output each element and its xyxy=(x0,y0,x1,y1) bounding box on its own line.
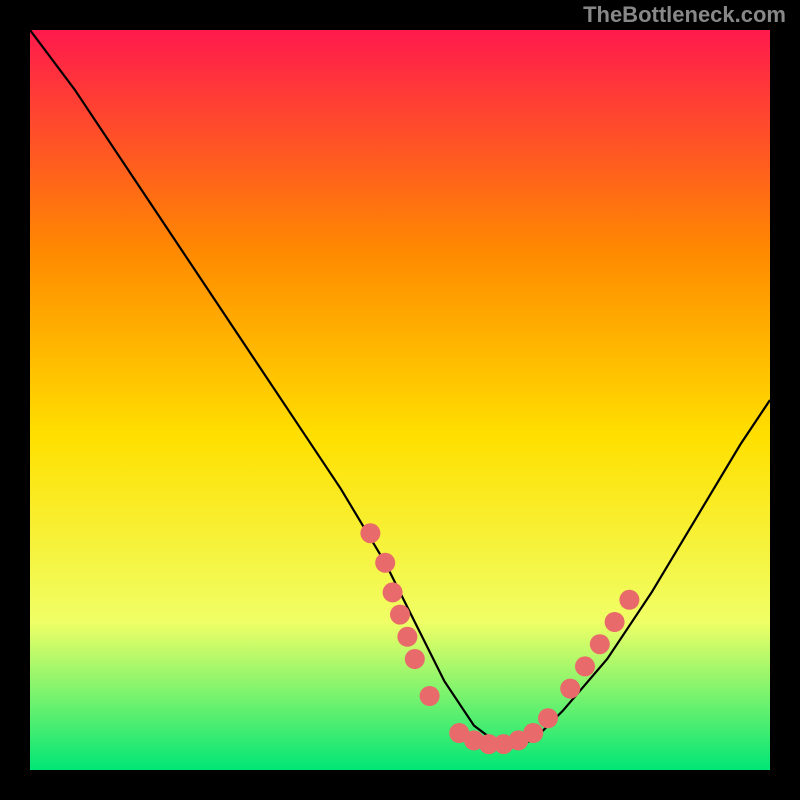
curve-marker xyxy=(619,590,639,610)
curve-marker xyxy=(405,649,425,669)
chart-plot-area xyxy=(30,30,770,770)
watermark-text: TheBottleneck.com xyxy=(583,2,786,28)
curve-marker xyxy=(390,605,410,625)
curve-marker xyxy=(605,612,625,632)
curve-marker xyxy=(420,686,440,706)
curve-marker xyxy=(397,627,417,647)
curve-marker xyxy=(560,679,580,699)
curve-marker xyxy=(360,523,380,543)
chart-background xyxy=(30,30,770,770)
curve-marker xyxy=(383,582,403,602)
curve-marker xyxy=(523,723,543,743)
curve-marker xyxy=(590,634,610,654)
curve-marker xyxy=(375,553,395,573)
curve-marker xyxy=(575,656,595,676)
curve-marker xyxy=(538,708,558,728)
